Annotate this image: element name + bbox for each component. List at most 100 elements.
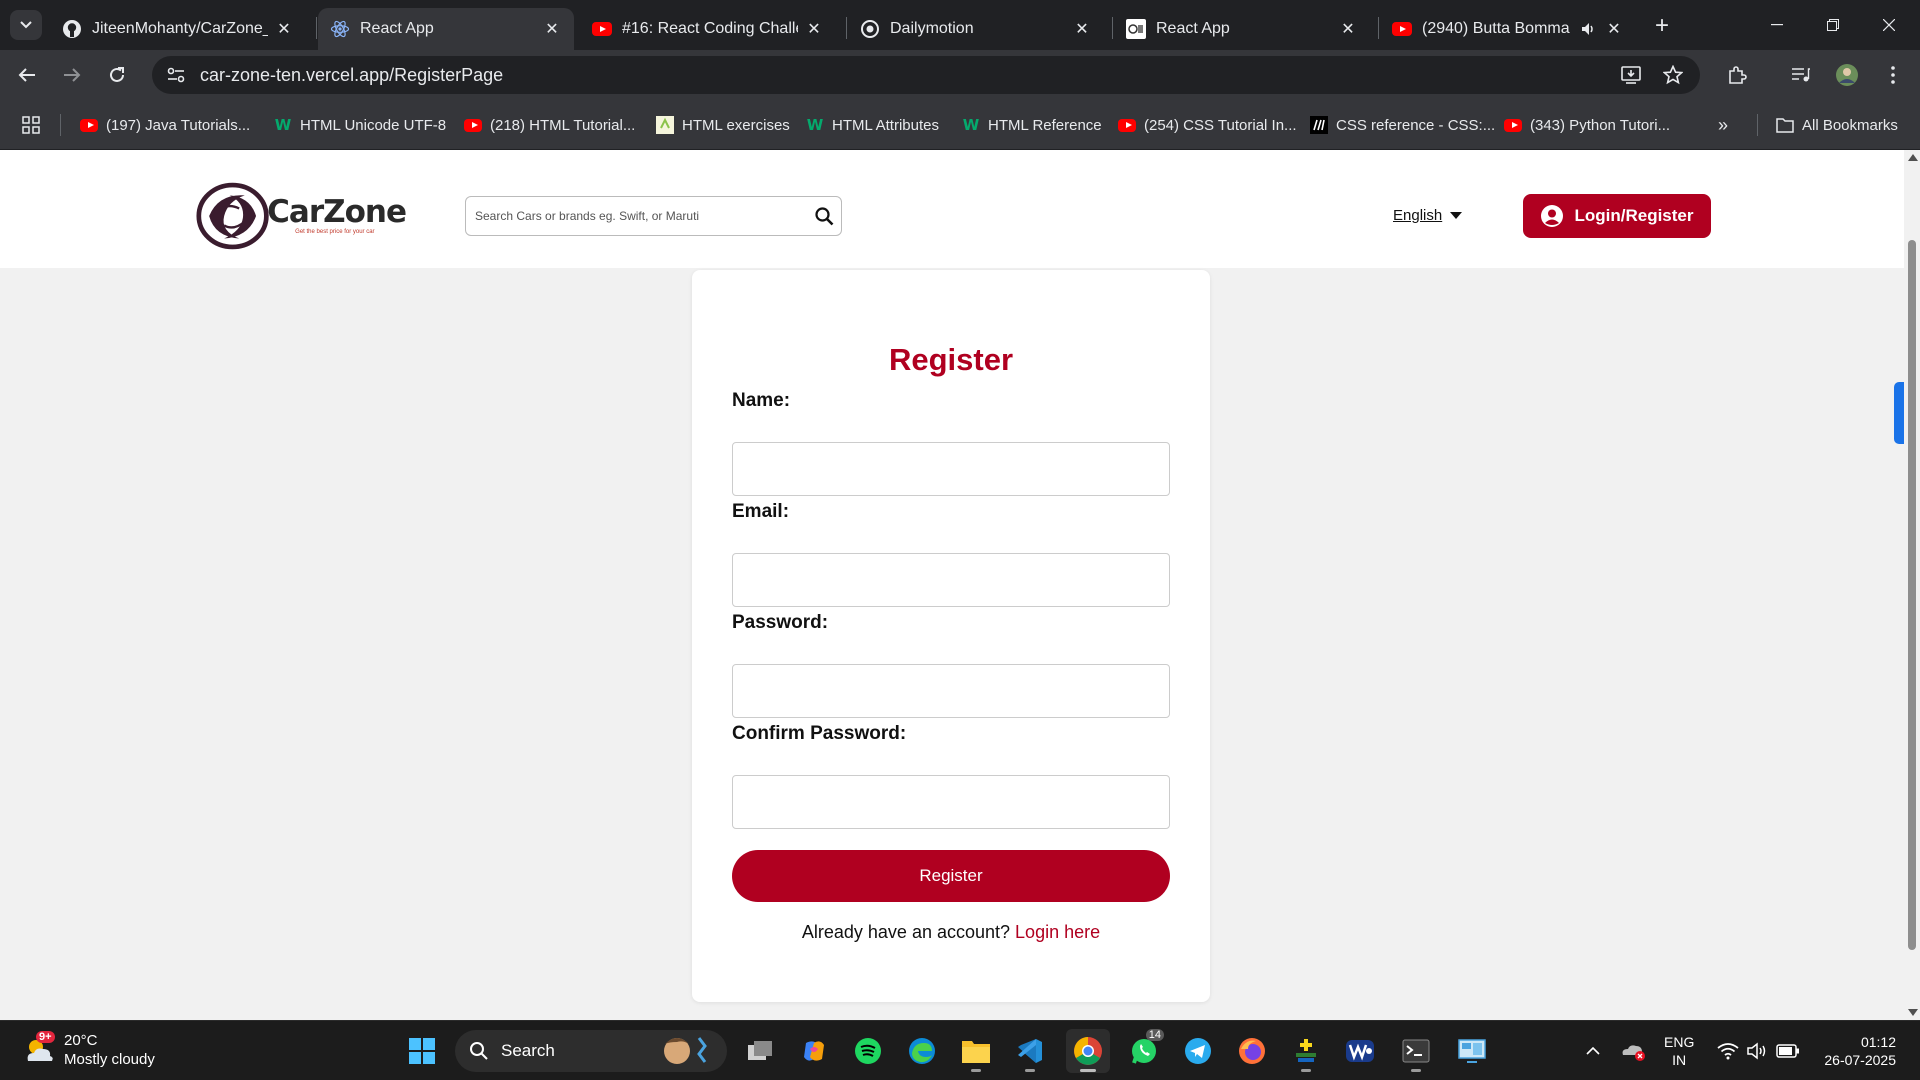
close-window-button[interactable] — [1866, 8, 1912, 42]
car-search-input[interactable] — [466, 197, 807, 235]
more-bookmarks-chevron-icon[interactable]: » — [1718, 114, 1728, 136]
taskbar-search[interactable]: Search — [455, 1030, 727, 1072]
remote-desktop-icon[interactable] — [1450, 1029, 1494, 1073]
vscode-icon[interactable] — [1008, 1029, 1052, 1073]
name-field[interactable] — [732, 442, 1170, 496]
tab-title: JiteenMohanty/CarZone_R — [92, 20, 268, 37]
password-label: Password: — [732, 612, 829, 633]
bookmark-item[interactable]: HTML exercises — [656, 114, 790, 136]
language-code: ENG — [1664, 1034, 1695, 1050]
input-language-indicator[interactable]: ENG IN — [1664, 1033, 1694, 1069]
confirm-password-field[interactable] — [732, 775, 1170, 829]
side-panel-tab[interactable] — [1894, 382, 1904, 444]
tab-title: #16: React Coding Challen — [622, 20, 798, 37]
firefox-icon[interactable] — [1230, 1029, 1274, 1073]
bookmark-item[interactable]: (254) CSS Tutorial In... — [1118, 114, 1297, 136]
login-register-label: Login/Register — [1574, 206, 1694, 225]
tab-react-app-2[interactable]: React App ✕ — [1114, 8, 1370, 50]
whatsapp-icon[interactable]: 14 — [1122, 1029, 1166, 1073]
more-menu-icon[interactable] — [1878, 60, 1908, 90]
apps-grid-icon[interactable] — [22, 114, 40, 136]
mdn-icon — [1310, 116, 1328, 134]
carzone-logo[interactable]: CarZone Get the best price for your car — [196, 180, 407, 252]
profile-avatar[interactable] — [1832, 60, 1862, 90]
reload-button[interactable] — [102, 60, 132, 90]
close-icon[interactable]: ✕ — [804, 19, 824, 39]
media-controls-icon[interactable] — [1786, 60, 1816, 90]
edge-icon[interactable] — [900, 1029, 944, 1073]
minimize-button[interactable] — [1754, 8, 1800, 42]
start-button[interactable] — [400, 1029, 444, 1073]
tab-dailymotion[interactable]: Dailymotion ✕ — [848, 8, 1104, 50]
extensions-icon[interactable] — [1722, 60, 1752, 90]
spotify-icon[interactable] — [846, 1029, 890, 1073]
bookmark-item[interactable]: (197) Java Tutorials... — [80, 114, 250, 136]
file-explorer-icon[interactable] — [954, 1029, 998, 1073]
weather-widget[interactable]: 9+ 20°C Mostly cloudy — [22, 1031, 155, 1069]
tab-search-button[interactable] — [10, 10, 42, 40]
whatsapp-unread-badge: 14 — [1145, 1029, 1164, 1041]
bookmark-label: HTML Reference — [988, 116, 1102, 134]
car-search-box[interactable] — [465, 196, 842, 236]
speaker-icon[interactable] — [1578, 19, 1598, 39]
tab-youtube-butta-bomma[interactable]: (2940) Butta Bomma F ✕ — [1380, 8, 1636, 50]
wifi-icon[interactable] — [1714, 1021, 1742, 1080]
email-field[interactable] — [732, 553, 1170, 607]
accessibility-tool-icon[interactable] — [1284, 1029, 1328, 1073]
task-view-icon[interactable] — [738, 1029, 782, 1073]
scroll-thumb[interactable] — [1908, 240, 1916, 950]
onedrive-error-icon[interactable] — [1618, 1021, 1648, 1080]
carzone-logo-emblem-icon — [196, 182, 269, 250]
show-hidden-icons-chevron-icon[interactable] — [1580, 1021, 1606, 1080]
scroll-down-arrow-icon[interactable] — [1908, 1009, 1918, 1016]
telegram-icon[interactable] — [1176, 1029, 1220, 1073]
tab-youtube-react[interactable]: #16: React Coding Challen ✕ — [580, 8, 836, 50]
tab-title: (2940) Butta Bomma F — [1422, 20, 1574, 37]
scroll-up-arrow-icon[interactable] — [1908, 154, 1918, 161]
w3schools-icon: W — [806, 116, 824, 134]
forward-button[interactable] — [57, 60, 87, 90]
close-icon[interactable]: ✕ — [1338, 19, 1358, 39]
tab-strip: JiteenMohanty/CarZone_R ✕ React App ✕ #1… — [0, 0, 1920, 50]
login-here-link[interactable]: Login here — [1015, 922, 1100, 942]
language-selector[interactable]: English — [1393, 207, 1463, 224]
w3schools-icon: W — [274, 116, 292, 134]
copilot-icon[interactable] — [792, 1029, 836, 1073]
register-submit-button[interactable]: Register — [732, 850, 1170, 902]
system-clock[interactable]: 01:12 26-07-2025 — [1816, 1033, 1896, 1069]
exercise-icon — [656, 116, 674, 134]
new-tab-button[interactable]: + — [1648, 12, 1676, 40]
bookmark-star-icon[interactable] — [1658, 60, 1688, 90]
terminal-icon[interactable] — [1394, 1029, 1438, 1073]
bookmark-item[interactable]: W HTML Reference — [962, 114, 1102, 136]
bookmark-item[interactable]: W HTML Unicode UTF-8 — [274, 114, 446, 136]
back-button[interactable] — [12, 60, 42, 90]
bookmark-item[interactable]: CSS reference - CSS:... — [1310, 114, 1495, 136]
battery-icon[interactable] — [1774, 1021, 1802, 1080]
bookmark-item[interactable]: (343) Python Tutori... — [1504, 114, 1670, 136]
all-bookmarks[interactable]: All Bookmarks — [1776, 114, 1898, 136]
bookmark-item[interactable]: W HTML Attributes — [806, 114, 939, 136]
bookmarks-divider — [60, 114, 61, 136]
site-info-icon[interactable] — [158, 57, 194, 93]
url-text[interactable]: car-zone-ten.vercel.app/RegisterPage — [200, 65, 503, 86]
close-icon[interactable]: ✕ — [274, 19, 294, 39]
chrome-icon[interactable] — [1066, 1029, 1110, 1073]
tab-github[interactable]: JiteenMohanty/CarZone_R ✕ — [50, 8, 306, 50]
close-icon[interactable]: ✕ — [542, 19, 562, 39]
page-scrollbar[interactable] — [1904, 150, 1920, 1020]
password-field[interactable] — [732, 664, 1170, 718]
reload-icon — [110, 67, 124, 82]
close-icon[interactable]: ✕ — [1072, 19, 1092, 39]
bookmark-item[interactable]: (218) HTML Tutorial... — [464, 114, 635, 136]
restore-button[interactable] — [1810, 8, 1856, 42]
address-bar[interactable]: car-zone-ten.vercel.app/RegisterPage — [152, 56, 1700, 94]
tab-react-app-active[interactable]: React App ✕ — [318, 8, 574, 50]
search-icon[interactable] — [807, 197, 841, 235]
volume-icon[interactable] — [1744, 1021, 1772, 1080]
install-app-icon[interactable] — [1616, 60, 1646, 90]
url-path: /RegisterPage — [389, 64, 504, 85]
close-icon[interactable]: ✕ — [1604, 19, 1624, 39]
login-register-button[interactable]: Login/Register — [1523, 194, 1711, 238]
windsurf-icon[interactable] — [1338, 1029, 1382, 1073]
